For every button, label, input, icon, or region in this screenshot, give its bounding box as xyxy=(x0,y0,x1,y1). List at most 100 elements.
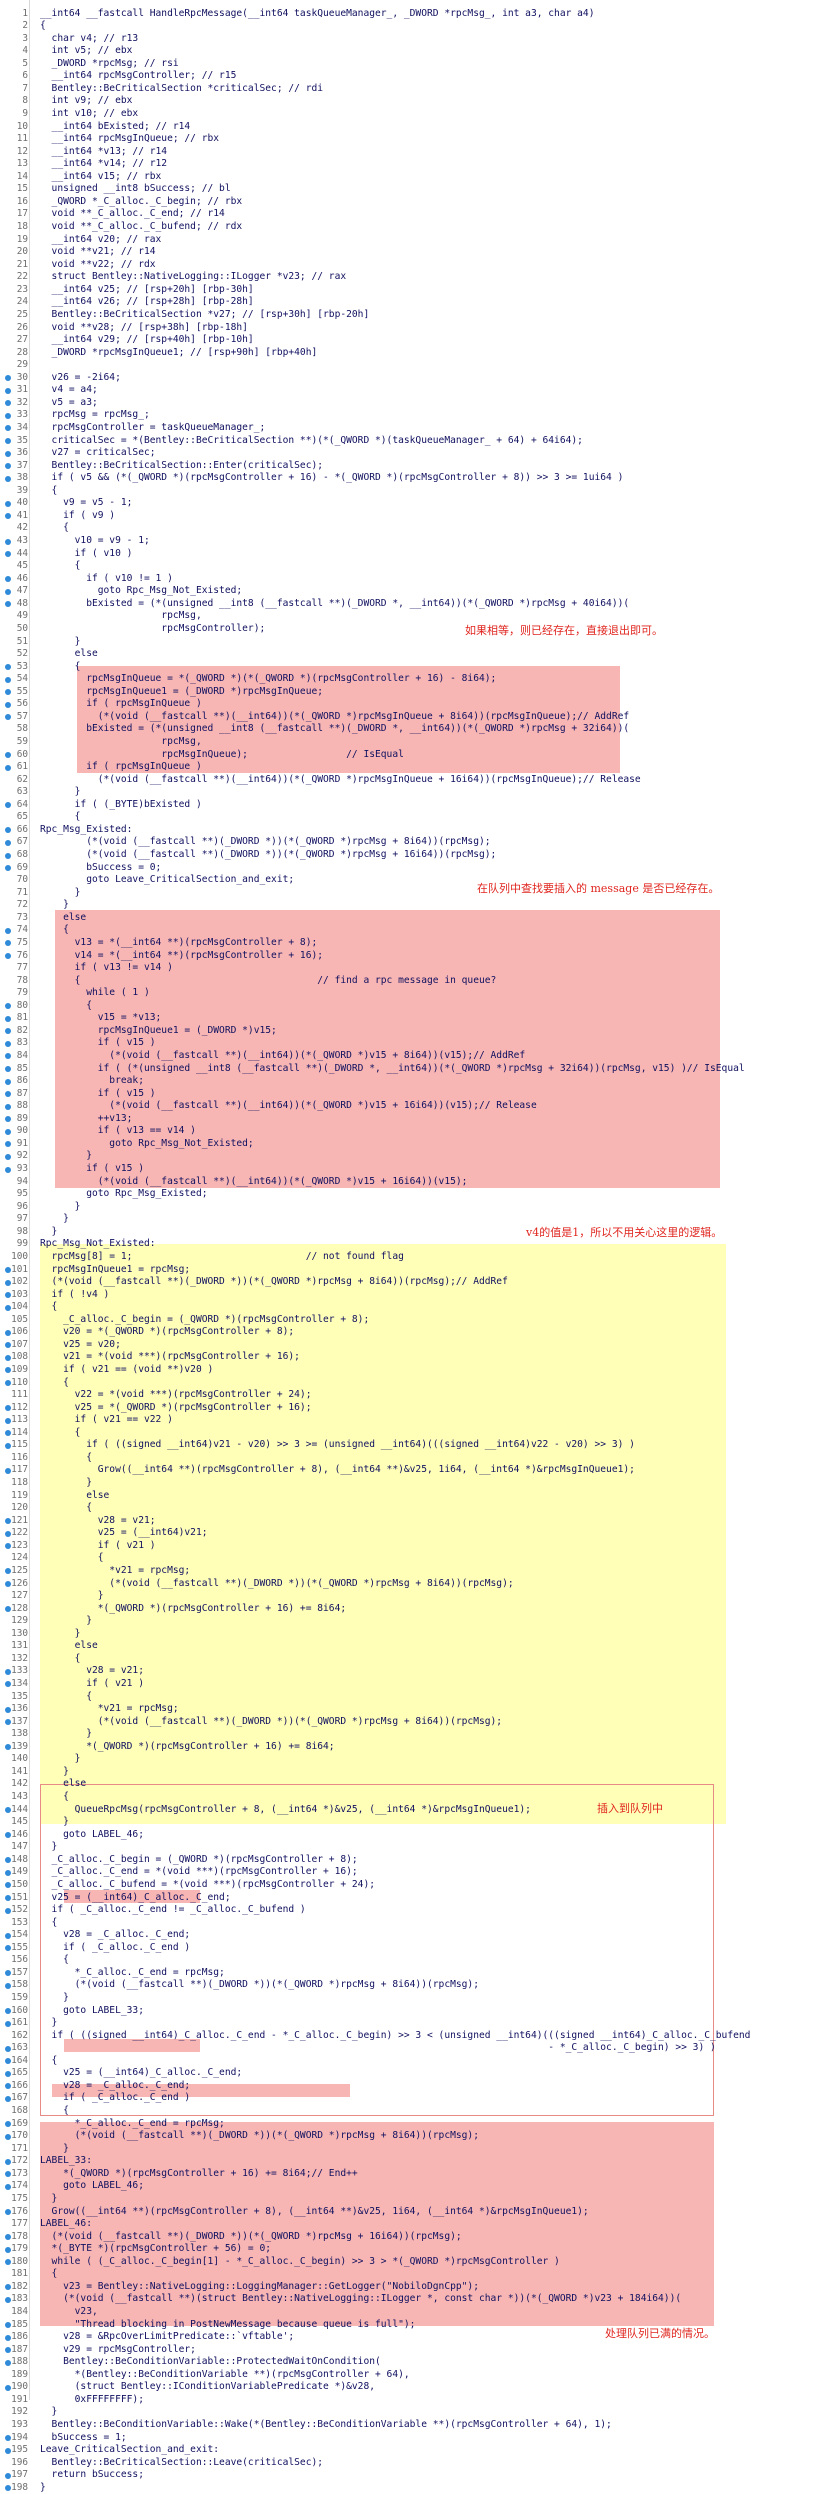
code-line[interactable]: 141 } xyxy=(0,1766,821,1779)
code-line[interactable]: 113 if ( v21 == v22 ) xyxy=(0,1414,821,1427)
code-line[interactable]: 116 { xyxy=(0,1452,821,1465)
code-line[interactable]: 79 while ( 1 ) xyxy=(0,987,821,1000)
code-line[interactable]: 103 if ( !v4 ) xyxy=(0,1289,821,1302)
code-line[interactable]: 97 } xyxy=(0,1213,821,1226)
code-line[interactable]: 1 __int64 __fastcall HandleRpcMessage(__i… xyxy=(0,8,821,21)
code-line[interactable]: 41 if ( v9 ) xyxy=(0,510,821,523)
code-line[interactable]: 18 void **_C_alloc._C_bufend; // rdx xyxy=(0,221,821,234)
code-line[interactable]: 197 return bSuccess; xyxy=(0,2469,821,2482)
code-line[interactable]: 68 (*(void (__fastcall **)(_DWORD *))(*(… xyxy=(0,849,821,862)
code-line[interactable]: 36 v27 = criticalSec; xyxy=(0,447,821,460)
code-line[interactable]: 85 if ( (*(unsigned __int8 (__fastcall *… xyxy=(0,1063,821,1076)
code-line[interactable]: 75 v13 = *(__int64 **)(rpcMsgController … xyxy=(0,937,821,950)
code-line[interactable]: 170 (*(void (__fastcall **)(_DWORD *))(*… xyxy=(0,2130,821,2143)
code-line[interactable]: 118 } xyxy=(0,1477,821,1490)
code-line[interactable]: 121 v28 = v21; xyxy=(0,1515,821,1528)
code-line[interactable]: 92 } xyxy=(0,1150,821,1163)
code-line[interactable]: 106 v20 = *(_QWORD *)(rpcMsgController +… xyxy=(0,1326,821,1339)
code-line[interactable]: 165 v25 = (__int64)_C_alloc._C_end; xyxy=(0,2067,821,2080)
code-line[interactable]: 139 *(_QWORD *)(rpcMsgController + 16) +… xyxy=(0,1741,821,1754)
code-line[interactable]: 164 { xyxy=(0,2055,821,2068)
code-line[interactable]: 90 if ( v13 == v14 ) xyxy=(0,1125,821,1138)
code-line[interactable]: 24 __int64 v26; // [rsp+28h] [rbp-28h] xyxy=(0,296,821,309)
code-line[interactable]: 4 int v5; // ebx xyxy=(0,45,821,58)
code-line[interactable]: 126 (*(void (__fastcall **)(_DWORD *))(*… xyxy=(0,1578,821,1591)
code-line[interactable]: 32 v5 = a3; xyxy=(0,397,821,410)
code-line[interactable]: 153 { xyxy=(0,1917,821,1930)
code-line[interactable]: 144 QueueRpcMsg(rpcMsgController + 8, (_… xyxy=(0,1804,821,1817)
code-line[interactable]: 195 Leave_CriticalSection_and_exit: xyxy=(0,2444,821,2457)
code-line[interactable]: 190 (struct Bentley::IConditionVariableP… xyxy=(0,2381,821,2394)
code-line[interactable]: 59 rpcMsg, xyxy=(0,736,821,749)
code-line[interactable]: 159 } xyxy=(0,1992,821,2005)
code-line[interactable]: 176 Grow((__int64 **)(rpcMsgController +… xyxy=(0,2206,821,2219)
code-line[interactable]: 111 v22 = *(void ***)(rpcMsgController +… xyxy=(0,1389,821,1402)
code-line[interactable]: 76 v14 = *(__int64 **)(rpcMsgController … xyxy=(0,950,821,963)
code-line[interactable]: 15 unsigned __int8 bSuccess; // bl xyxy=(0,183,821,196)
code-line[interactable]: 192 } xyxy=(0,2406,821,2419)
code-line[interactable]: 61 if ( rpcMsgInQueue ) xyxy=(0,761,821,774)
code-line[interactable]: 96 } xyxy=(0,1201,821,1214)
code-line[interactable]: 186 v28 = &RpcOverLimitPredicate::`vftab… xyxy=(0,2331,821,2344)
code-line[interactable]: 135 { xyxy=(0,1691,821,1704)
code-line[interactable]: 55 rpcMsgInQueue1 = (_DWORD *)rpcMsgInQu… xyxy=(0,686,821,699)
code-line[interactable]: 105 _C_alloc._C_begin = (_QWORD *)(rpcMs… xyxy=(0,1314,821,1327)
code-line[interactable]: 193 Bentley::BeConditionVariable::Wake(*… xyxy=(0,2419,821,2432)
code-line[interactable]: 112 v25 = *(_QWORD *)(rpcMsgController +… xyxy=(0,1402,821,1415)
code-line[interactable]: 91 goto Rpc_Msg_Not_Existed; xyxy=(0,1138,821,1151)
code-line[interactable]: 13 __int64 *v14; // r12 xyxy=(0,158,821,171)
code-line[interactable]: 83 if ( v15 ) xyxy=(0,1037,821,1050)
code-line[interactable]: 82 rpcMsgInQueue1 = (_DWORD *)v15; xyxy=(0,1025,821,1038)
code-line[interactable]: 173 *(_QWORD *)(rpcMsgController + 16) +… xyxy=(0,2168,821,2181)
code-line[interactable]: 171 } xyxy=(0,2143,821,2156)
code-line[interactable]: 57 (*(void (__fastcall **)(__int64))(*(_… xyxy=(0,711,821,724)
code-line[interactable]: 19 __int64 v20; // rax xyxy=(0,234,821,247)
code-line[interactable]: 70 goto Leave_CriticalSection_and_exit; xyxy=(0,874,821,887)
code-line[interactable]: 120 { xyxy=(0,1502,821,1515)
code-line[interactable]: 67 (*(void (__fastcall **)(_DWORD *))(*(… xyxy=(0,836,821,849)
code-line[interactable]: 50 rpcMsgController); xyxy=(0,623,821,636)
code-line[interactable]: 28 _DWORD *rpcMsgInQueue1; // [rsp+90h] … xyxy=(0,347,821,360)
code-line[interactable]: 122 v25 = (__int64)v21; xyxy=(0,1527,821,1540)
code-line[interactable]: 180 while ( (_C_alloc._C_begin[1] - *_C_… xyxy=(0,2256,821,2269)
code-line[interactable]: 72 } xyxy=(0,899,821,912)
code-line[interactable]: 49 rpcMsg, xyxy=(0,610,821,623)
code-line[interactable]: 94 (*(void (__fastcall **)(__int64))(*(_… xyxy=(0,1176,821,1189)
code-line[interactable]: 26 void **v28; // [rsp+38h] [rbp-18h] xyxy=(0,322,821,335)
code-line[interactable]: 95 goto Rpc_Msg_Existed; xyxy=(0,1188,821,1201)
code-line[interactable]: 149 _C_alloc._C_end = *(void ***)(rpcMsg… xyxy=(0,1866,821,1879)
code-line[interactable]: 140 } xyxy=(0,1753,821,1766)
code-line[interactable]: 6 __int64 rpcMsgController; // r15 xyxy=(0,70,821,83)
code-line[interactable]: 182 v23 = Bentley::NativeLogging::Loggin… xyxy=(0,2281,821,2294)
code-line[interactable]: 146 goto LABEL_46; xyxy=(0,1829,821,1842)
code-line[interactable]: 42 { xyxy=(0,522,821,535)
code-line[interactable]: 188 Bentley::BeConditionVariable::Protec… xyxy=(0,2356,821,2369)
code-line[interactable]: 12 __int64 *v13; // r14 xyxy=(0,146,821,159)
code-line[interactable]: 52 else xyxy=(0,648,821,661)
code-line[interactable]: 102 (*(void (__fastcall **)(_DWORD *))(*… xyxy=(0,1276,821,1289)
code-line[interactable]: 47 goto Rpc_Msg_Not_Existed; xyxy=(0,585,821,598)
code-line[interactable]: 31 v4 = a4; xyxy=(0,384,821,397)
code-line[interactable]: 56 if ( rpcMsgInQueue ) xyxy=(0,698,821,711)
code-line[interactable]: 54 rpcMsgInQueue = *(_QWORD *)(*(_QWORD … xyxy=(0,673,821,686)
code-line[interactable]: 132 { xyxy=(0,1653,821,1666)
code-line[interactable]: 158 (*(void (__fastcall **)(_DWORD *))(*… xyxy=(0,1979,821,1992)
code-line[interactable]: 127 } xyxy=(0,1590,821,1603)
code-line[interactable]: 142 else xyxy=(0,1778,821,1791)
code-line[interactable]: 145 } xyxy=(0,1816,821,1829)
code-line[interactable]: 27 __int64 v29; // [rsp+40h] [rbp-10h] xyxy=(0,334,821,347)
code-line[interactable]: 16 _QWORD *_C_alloc._C_begin; // rbx xyxy=(0,196,821,209)
code-line[interactable]: 38 if ( v5 && (*(_QWORD *)(rpcMsgControl… xyxy=(0,472,821,485)
code-line[interactable]: 160 goto LABEL_33; xyxy=(0,2005,821,2018)
code-line[interactable]: 58 bExisted = (*(unsigned __int8 (__fast… xyxy=(0,723,821,736)
code-line[interactable]: 37 Bentley::BeCriticalSection::Enter(cri… xyxy=(0,460,821,473)
code-line[interactable]: 21 void **v22; // rdx xyxy=(0,259,821,272)
code-line[interactable]: 62 (*(void (__fastcall **)(__int64))(*(_… xyxy=(0,774,821,787)
code-line[interactable]: 157 *_C_alloc._C_end = rpcMsg; xyxy=(0,1967,821,1980)
code-line[interactable]: 66 Rpc_Msg_Existed: xyxy=(0,824,821,837)
code-line[interactable]: 29 xyxy=(0,359,821,372)
code-line[interactable]: 166 v28 = _C_alloc._C_end; xyxy=(0,2080,821,2093)
code-line[interactable]: 69 bSuccess = 0; xyxy=(0,862,821,875)
code-line[interactable]: 189 *(Bentley::BeConditionVariable **)(r… xyxy=(0,2369,821,2382)
code-line[interactable]: 35 criticalSec = *(Bentley::BeCriticalSe… xyxy=(0,435,821,448)
